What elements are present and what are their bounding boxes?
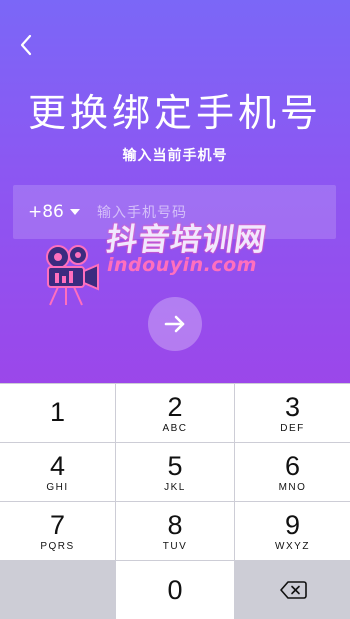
- key-1[interactable]: 1: [0, 384, 115, 442]
- country-code-selector[interactable]: +86: [28, 185, 80, 239]
- key-number: 6: [284, 450, 301, 481]
- watermark-camera-icon: [46, 245, 99, 306]
- key-number: 3: [284, 391, 301, 422]
- arrow-right-icon: [164, 315, 185, 333]
- key-4[interactable]: 4 GHI: [0, 443, 115, 501]
- key-letters: GHI: [46, 481, 69, 493]
- key-letters: JKL: [164, 481, 186, 493]
- chevron-left-icon: [20, 34, 32, 56]
- key-letters: PQRS: [40, 540, 75, 552]
- key-7[interactable]: 7 PQRS: [0, 502, 115, 560]
- key-number: 1: [49, 397, 66, 427]
- top-panel: 更换绑定手机号 输入当前手机号 +86 抖音培训网 indouyin.com: [0, 0, 350, 383]
- key-0[interactable]: 0: [116, 561, 234, 619]
- country-code-label: +86: [28, 202, 64, 222]
- caret-down-icon: [69, 209, 80, 215]
- key-3[interactable]: 3 DEF: [235, 384, 350, 442]
- page-title: 更换绑定手机号: [27, 91, 322, 135]
- key-2[interactable]: 2 ABC: [116, 384, 234, 442]
- backspace-icon: [279, 581, 307, 599]
- key-number: 2: [167, 391, 183, 422]
- key-5[interactable]: 5 JKL: [116, 443, 234, 501]
- back-button[interactable]: [14, 31, 38, 59]
- key-number: 7: [49, 509, 66, 540]
- numeric-keypad: 1 2 ABC 3 DEF 4 GHI 5 JKL 6 MNO 7 PQRS 8…: [0, 383, 350, 619]
- delete-key[interactable]: [235, 561, 350, 619]
- key-9[interactable]: 9 WXYZ: [235, 502, 350, 560]
- key-number: 0: [167, 575, 183, 605]
- key-letters: DEF: [280, 422, 305, 434]
- watermark-url: indouyin.com: [107, 254, 257, 276]
- key-6[interactable]: 6 MNO: [235, 443, 350, 501]
- key-number: 9: [284, 509, 301, 540]
- key-number: 5: [167, 450, 183, 481]
- key-number: 8: [167, 509, 183, 540]
- key-blank: [0, 561, 115, 619]
- page-subtitle: 输入当前手机号: [122, 148, 228, 164]
- watermark-title: 抖音培训网: [103, 222, 270, 258]
- key-letters: ABC: [162, 422, 188, 434]
- key-letters: TUV: [162, 540, 188, 552]
- key-number: 4: [49, 450, 66, 481]
- key-8[interactable]: 8 TUV: [116, 502, 234, 560]
- key-letters: WXYZ: [275, 540, 310, 552]
- key-letters: MNO: [278, 481, 307, 493]
- next-button[interactable]: [148, 297, 202, 351]
